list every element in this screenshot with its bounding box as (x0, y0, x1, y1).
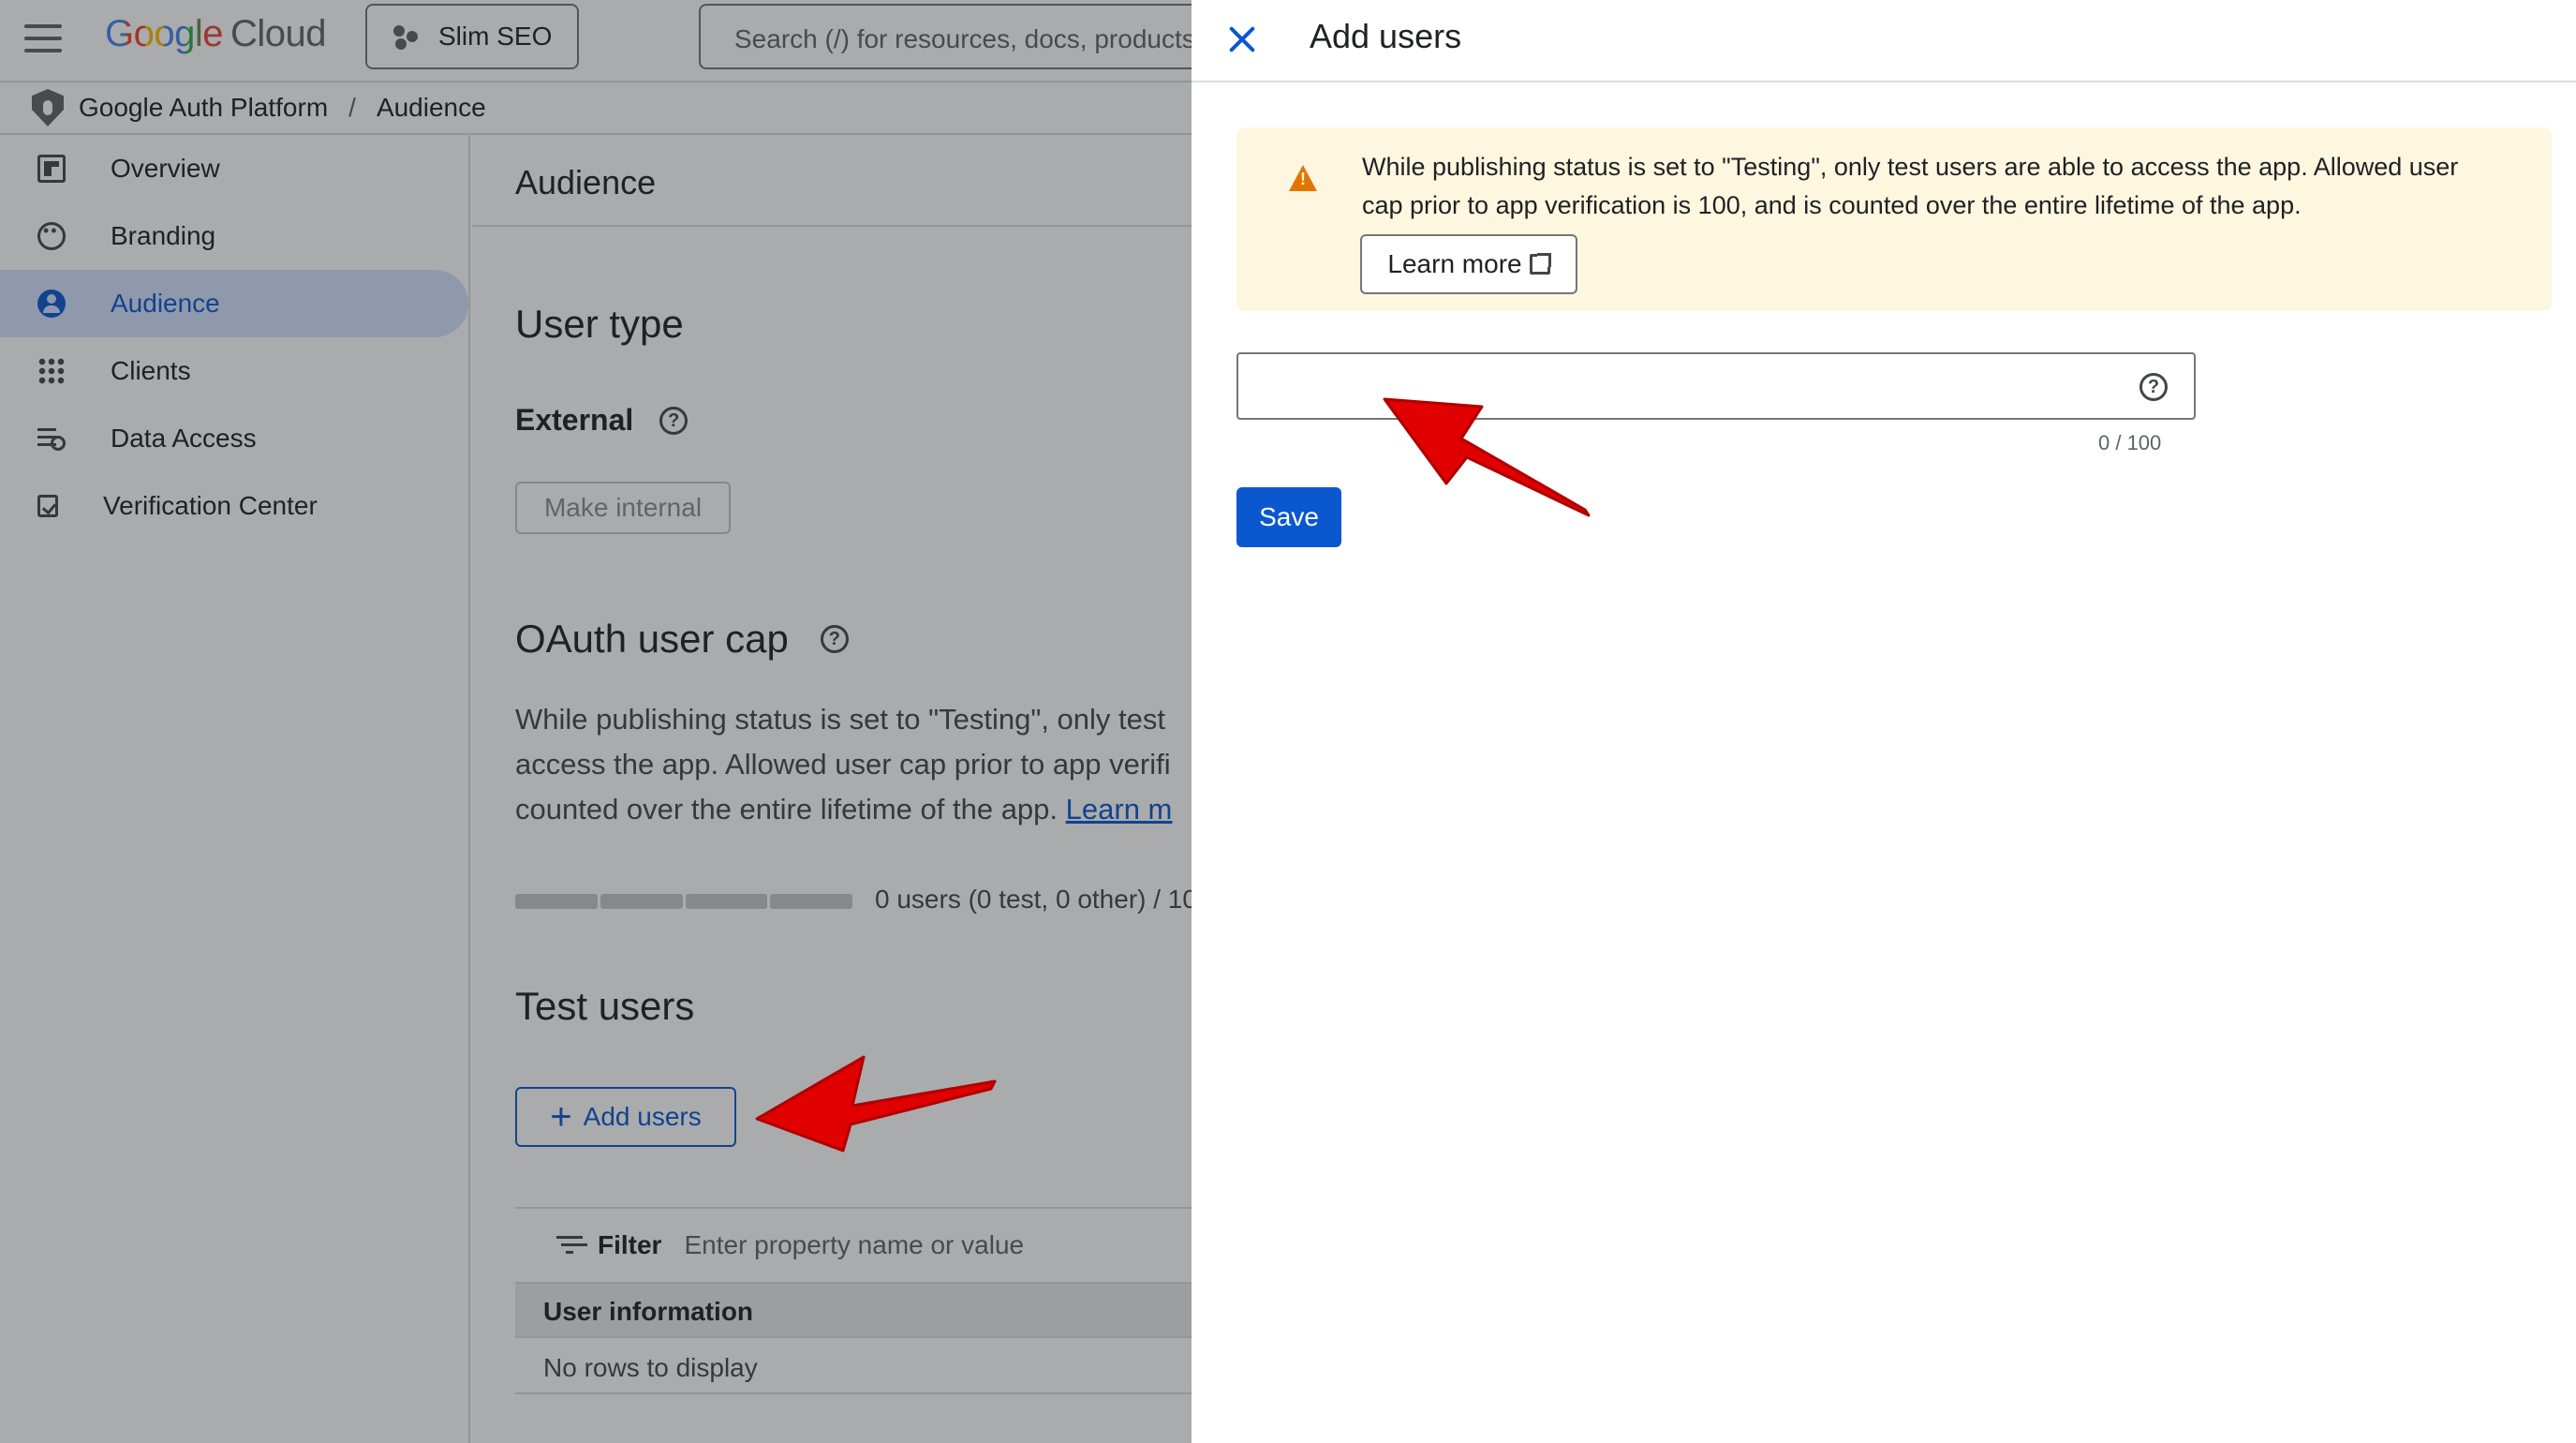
notice-line: cap prior to app verification is 100, an… (1362, 191, 2302, 219)
modal-scrim[interactable] (0, 0, 1192, 1443)
open-in-new-icon (1529, 253, 1551, 275)
notice-line: While publishing status is set to "Testi… (1362, 153, 2459, 181)
close-icon[interactable] (1225, 22, 1259, 56)
user-email-input[interactable] (1240, 356, 2102, 416)
drawer-title: Add users (1310, 17, 1462, 55)
console-page: Google Cloud Slim SEO Search (/) for reso… (0, 0, 1192, 1443)
annotation-arrow-add-users (755, 1055, 997, 1153)
help-icon[interactable]: ? (2139, 373, 2168, 401)
character-counter: 0 / 100 (2098, 431, 2162, 454)
drawer-header: Add users (1192, 0, 2576, 82)
save-button[interactable]: Save (1236, 487, 1341, 547)
learn-more-label: Learn more (1387, 249, 1522, 278)
add-users-drawer: Add users While publishing status is set… (1192, 0, 2576, 1443)
notice-text: While publishing status is set to "Testi… (1362, 148, 2533, 225)
warning-icon (1289, 165, 1317, 191)
testing-status-notice: While publishing status is set to "Testi… (1236, 127, 2552, 311)
learn-more-button[interactable]: Learn more (1360, 234, 1577, 294)
annotation-arrow-email-field (1383, 397, 1591, 517)
